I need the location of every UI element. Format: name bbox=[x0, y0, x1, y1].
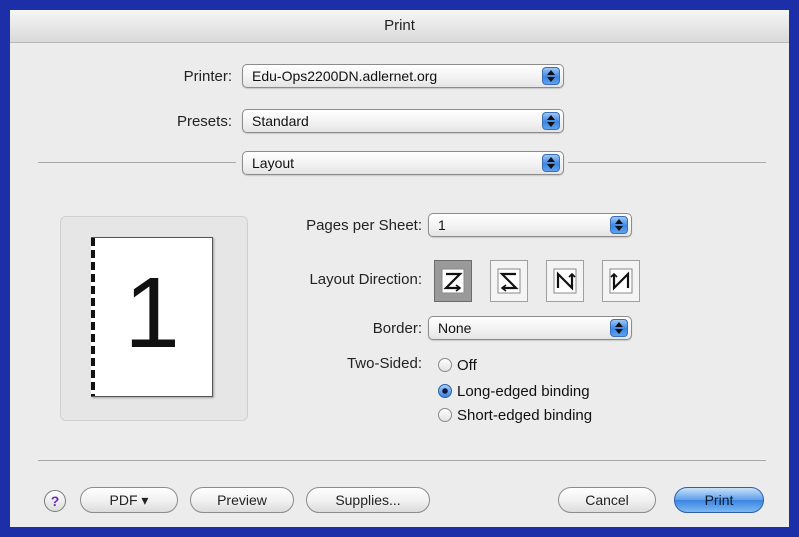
page-preview: 1 bbox=[60, 216, 248, 421]
printer-label: Printer: bbox=[183, 68, 232, 85]
layout-direction-s-button[interactable] bbox=[490, 260, 528, 302]
print-dialog: Print Printer: Edu-Ops2200DN.adlernet.or… bbox=[10, 10, 789, 527]
border-popup[interactable]: None bbox=[428, 316, 632, 340]
popup-arrows-icon bbox=[542, 67, 560, 85]
preview-button[interactable]: Preview bbox=[190, 487, 294, 513]
layout-direction-z-button[interactable] bbox=[434, 260, 472, 302]
radio-button-icon bbox=[438, 358, 452, 372]
popup-arrows-icon bbox=[542, 112, 560, 130]
pages-per-sheet-popup[interactable]: 1 bbox=[428, 213, 632, 237]
presets-label: Presets: bbox=[176, 113, 232, 130]
bottom-separator bbox=[38, 460, 766, 461]
popup-arrows-icon bbox=[610, 319, 628, 337]
help-button[interactable]: ? bbox=[44, 490, 66, 512]
panel-popup[interactable]: Layout bbox=[242, 151, 564, 175]
panel-value: Layout bbox=[252, 155, 295, 171]
border-value: None bbox=[438, 320, 472, 336]
print-button[interactable]: Print bbox=[674, 487, 764, 513]
layout-direction-label: Layout Direction: bbox=[309, 271, 422, 288]
presets-popup[interactable]: Standard bbox=[242, 109, 564, 133]
layout-direction-n-button[interactable] bbox=[602, 260, 640, 302]
s-order-icon bbox=[497, 268, 521, 294]
preview-page-number: 1 bbox=[124, 257, 180, 369]
presets-value: Standard bbox=[252, 113, 309, 129]
border-label: Border: bbox=[372, 320, 422, 337]
pdf-button[interactable]: PDF ▾ bbox=[80, 487, 178, 513]
reverse-n-order-icon bbox=[553, 268, 577, 294]
separator bbox=[568, 162, 766, 163]
n-order-icon bbox=[609, 268, 633, 294]
popup-arrows-icon bbox=[610, 216, 628, 234]
layout-direction-n-reverse-button[interactable] bbox=[546, 260, 584, 302]
z-order-icon bbox=[441, 268, 465, 294]
radio-button-selected-icon bbox=[438, 384, 452, 398]
window-title: Print bbox=[10, 10, 789, 43]
popup-arrows-icon bbox=[542, 154, 560, 172]
cancel-button[interactable]: Cancel bbox=[558, 487, 656, 513]
two-sided-label: Two-Sided: bbox=[346, 355, 422, 372]
pages-per-sheet-label: Pages per Sheet: bbox=[306, 217, 422, 234]
supplies-button[interactable]: Supplies... bbox=[306, 487, 430, 513]
printer-popup[interactable]: Edu-Ops2200DN.adlernet.org bbox=[242, 64, 564, 88]
pages-per-sheet-value: 1 bbox=[438, 217, 446, 233]
radio-button-icon bbox=[438, 408, 452, 422]
preview-page: 1 bbox=[91, 237, 213, 397]
separator bbox=[38, 162, 236, 163]
printer-value: Edu-Ops2200DN.adlernet.org bbox=[252, 68, 438, 84]
